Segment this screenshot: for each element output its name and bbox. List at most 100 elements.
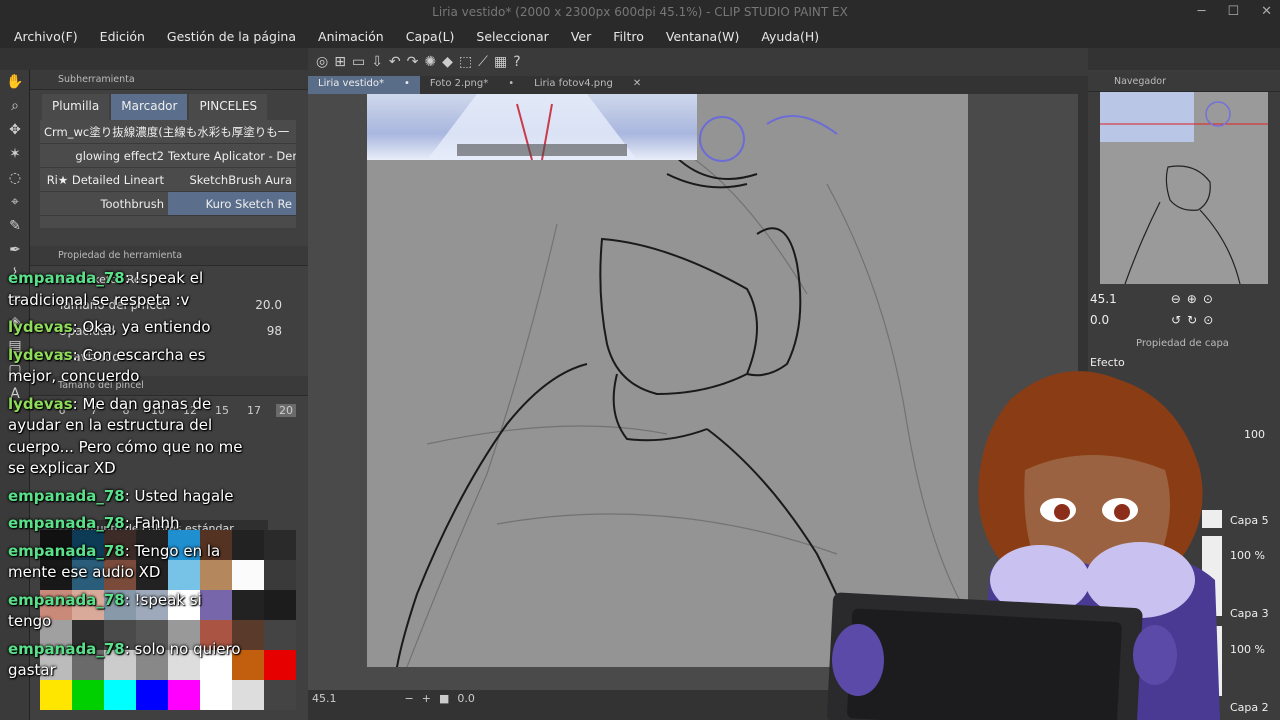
hand-icon[interactable]: ✋ [0,70,30,94]
navigator-angle[interactable]: 0.0 [1090,313,1109,327]
title-bar: Liria vestido* (2000 x 2300px 600dpi 45.… [0,0,1280,26]
layer-name[interactable]: Capa 2 [1230,701,1269,714]
auto-select-icon[interactable]: ⌖ [0,190,30,214]
opacity-value[interactable]: 98 [267,324,282,338]
chat-message: empanada_78: !speak el tradicional se re… [8,268,243,311]
chat-text: Fahhh [134,514,180,532]
angle-value[interactable]: 0.0 [457,692,475,705]
fit-icon[interactable]: ■ [439,692,449,705]
fill-icon[interactable]: ◆ [442,54,453,70]
help-icon[interactable]: ? [513,54,520,70]
tab-pinceles[interactable]: PINCELES [189,94,268,120]
size-preset-selected[interactable]: 20 [276,404,296,417]
tab-plumilla[interactable]: Plumilla [42,94,110,120]
chat-message: lydevas: Con escarcha es mejor, concuerd… [8,345,243,388]
fit-view-icon[interactable]: ⊙ [1203,292,1213,306]
maximize-icon[interactable]: ☐ [1227,4,1239,19]
menu-ventana[interactable]: Ventana(W) [666,26,739,48]
tab-document-2[interactable]: Foto 2.png* • [420,76,524,94]
tab-document-1[interactable]: Liria vestido* • [308,76,420,94]
redo-icon[interactable]: ↷ [407,54,419,70]
app-window: Liria vestido* (2000 x 2300px 600dpi 45.… [0,0,1280,720]
brush-item[interactable]: Ri★ Detailed Lineart [40,168,168,192]
chat-username: lydevas [8,318,73,336]
brush-item[interactable]: SketchBrush Aura [168,168,296,192]
reference-dress-image [427,94,637,161]
chat-separator: : [124,639,135,658]
undo-icon[interactable]: ↶ [389,54,401,70]
rotate-left-icon[interactable]: ↺ [1171,313,1181,327]
color-swatch[interactable] [264,680,296,710]
zoom-in-icon[interactable]: ⊕ [1187,292,1197,306]
chat-message: empanada_78: Fahhh [8,513,243,535]
chat-message: empanada_78: Usted hagale [8,486,243,508]
menu-edicion[interactable]: Edición [100,26,145,48]
pen-icon[interactable]: ✒ [0,238,30,262]
document-tabs: Liria vestido* • Foto 2.png* • Liria fotov… [308,76,1088,94]
menu-ver[interactable]: Ver [571,26,591,48]
layer-name[interactable]: Capa 3 [1230,607,1269,620]
transform-icon[interactable]: ⬚ [459,54,472,70]
minimize-icon[interactable]: ─ [1198,4,1206,19]
window-title: Liria vestido* (2000 x 2300px 600dpi 45.… [432,5,848,19]
tab-marcador[interactable]: Marcador [111,94,188,120]
menu-gestion-pagina[interactable]: Gestión de la página [167,26,296,48]
operation-icon[interactable]: ✶ [0,142,30,166]
chat-message: lydevas: Me dan ganas de ayudar en la es… [8,394,243,480]
size-preset[interactable]: 17 [244,404,264,417]
layer-opacity[interactable]: 100 [1244,428,1265,441]
zoom-value[interactable]: 45.1 [312,692,337,705]
chat-username: empanada_78 [8,639,125,658]
reset-rotation-icon[interactable]: ⊙ [1203,313,1213,327]
menu-capa[interactable]: Capa(L) [406,26,455,48]
navigator-zoom[interactable]: 45.1 [1090,292,1117,306]
rotate-right-icon[interactable]: ↻ [1187,313,1197,327]
color-swatch[interactable] [264,620,296,650]
app-icon[interactable]: ◎ [316,54,328,70]
color-swatch[interactable] [264,560,296,590]
save-icon[interactable]: ⇩ [371,54,383,70]
brush-item[interactable]: Texture Aplicator - Den [168,144,296,168]
navigator-preview[interactable] [1100,92,1268,285]
brush-item[interactable]: Toothbrush [40,192,168,216]
chat-message: empanada_78: !speak si tengo [8,590,243,633]
menu-animacion[interactable]: Animación [318,26,384,48]
stream-chat: empanada_78: !speak el tradicional se re… [8,268,243,688]
color-swatch[interactable] [264,530,296,560]
new-icon[interactable]: ⊞ [334,54,346,70]
close-icon[interactable]: ✕ [1261,4,1272,19]
zoom-in-icon[interactable]: + [422,692,431,705]
size-value[interactable]: 20.0 [255,298,282,312]
chat-username: empanada_78 [8,541,125,560]
close-tab-icon[interactable]: ✕ [633,78,641,92]
subtool-tabs: Plumilla Marcador PINCELES [42,94,308,120]
zoom-out-icon[interactable]: − [405,692,414,705]
menu-seleccionar[interactable]: Seleccionar [476,26,548,48]
move-icon[interactable]: ✥ [0,118,30,142]
brush-item[interactable]: Crm_wc塗り抜線濃度(主線も水彩も厚塗りも一 [40,120,296,144]
menu-archivo[interactable]: Archivo(F) [14,26,78,48]
eyedropper-icon[interactable]: ✎ [0,214,30,238]
menu-ayuda[interactable]: Ayuda(H) [761,26,819,48]
lasso-icon[interactable]: ◌ [0,166,30,190]
zoom-out-icon[interactable]: ⊖ [1171,292,1181,306]
layer-opacity-pct: 100 % [1230,549,1265,562]
chat-separator: : [124,541,135,560]
color-swatch[interactable] [264,650,296,680]
settings-icon[interactable]: ▦ [494,54,507,70]
chat-message: lydevas: Oka, ya entiendo [8,317,243,339]
clear-icon[interactable]: ✺ [424,54,436,70]
chat-username: empanada_78 [8,486,125,505]
open-icon[interactable]: ▭ [352,54,365,70]
menu-filtro[interactable]: Filtro [613,26,644,48]
chat-message: empanada_78: solo no quiero gastar [8,639,243,682]
streamer-avatar [820,360,1230,720]
layer-name[interactable]: Capa 5 [1230,514,1269,527]
zoom-icon[interactable]: ⌕ [0,94,30,118]
color-swatch[interactable] [264,590,296,620]
ruler-icon[interactable]: ⟋ [478,54,488,70]
tab-document-3[interactable]: Liria fotov4.png ✕ [524,76,651,94]
brush-item-selected[interactable]: Kuro Sketch Re [168,192,296,216]
brush-item[interactable]: glowing effect2 [40,144,168,168]
chat-text: Usted hagale [134,486,234,505]
